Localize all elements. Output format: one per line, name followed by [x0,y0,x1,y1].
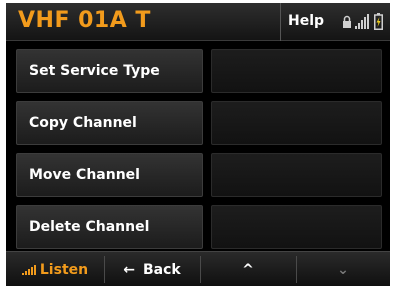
delete-channel-value [211,205,382,249]
header-bar: VHF 01A T Help [6,3,390,41]
menu-row-copy-channel: Copy Channel [16,101,382,145]
delete-channel-button[interactable]: Delete Channel [16,205,203,249]
channel-title: VHF 01A T [18,8,151,33]
signal-bars-icon [21,264,36,275]
move-channel-value [211,153,382,197]
move-channel-button[interactable]: Move Channel [16,153,203,197]
menu-row-delete-channel: Delete Channel [16,205,382,249]
battery-icon [374,13,383,30]
down-softkey[interactable]: ⌄ [296,252,390,286]
copy-channel-value [211,101,382,145]
status-icons [342,12,386,32]
back-softkey[interactable]: ← Back [104,252,200,286]
signal-icon [355,14,369,29]
header-divider [280,3,281,41]
lock-icon [343,15,351,28]
listen-softkey[interactable]: Listen [6,252,104,286]
chevron-up-icon: ^ [242,261,254,278]
help-button[interactable]: Help [288,13,324,29]
menu-row-set-service-type: Set Service Type [16,49,382,93]
softkey-bar: Listen ← Back ^ ⌄ [6,251,390,286]
set-service-type-value [211,49,382,93]
up-softkey[interactable]: ^ [200,252,296,286]
menu-row-move-channel: Move Channel [16,153,382,197]
chevron-down-icon: ⌄ [337,261,349,278]
listen-label: Listen [39,261,89,278]
back-label: Back [143,261,181,278]
copy-channel-button[interactable]: Copy Channel [16,101,203,145]
back-arrow-icon: ← [123,261,135,278]
radio-screen: VHF 01A T Help Set Service Type Copy Cha… [6,3,390,286]
set-service-type-button[interactable]: Set Service Type [16,49,203,93]
